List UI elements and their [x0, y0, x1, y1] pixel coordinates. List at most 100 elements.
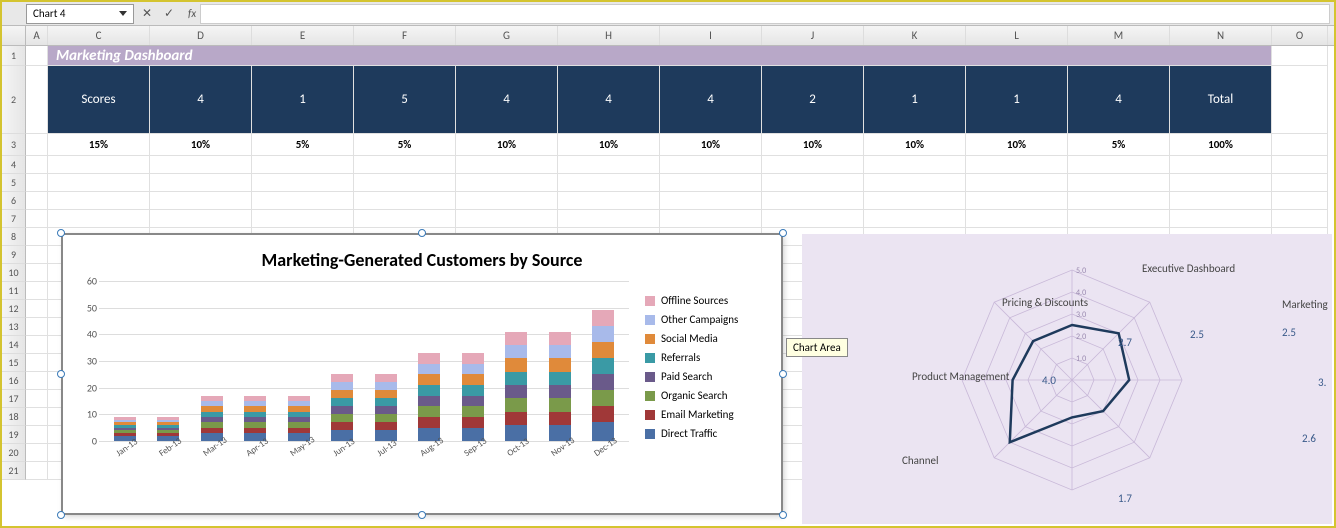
score-7[interactable]: 2 [762, 66, 864, 134]
radar-chart[interactable]: 1.02.03.04.05.0 Executive DashboardMarke… [802, 234, 1332, 524]
cell[interactable] [966, 156, 1068, 174]
formula-input[interactable] [200, 4, 1330, 24]
cell[interactable] [1170, 192, 1272, 210]
pct-8[interactable]: 10% [762, 134, 864, 156]
scores-label[interactable]: Scores [48, 66, 150, 134]
cell[interactable] [558, 192, 660, 210]
col-header-G[interactable]: G [456, 26, 558, 45]
cell[interactable] [252, 192, 354, 210]
cell[interactable] [660, 174, 762, 192]
score-2[interactable]: 1 [252, 66, 354, 134]
cell[interactable] [966, 210, 1068, 228]
cell-A1[interactable] [26, 46, 48, 66]
name-box[interactable]: Chart 4 [26, 4, 134, 24]
row-header-14[interactable]: 14 [2, 336, 26, 354]
cell[interactable] [150, 210, 252, 228]
cell[interactable] [966, 192, 1068, 210]
cell[interactable] [26, 444, 48, 462]
bar-May-13[interactable] [288, 396, 310, 441]
row-header-10[interactable]: 10 [2, 264, 26, 282]
pct-4[interactable]: 5% [354, 134, 456, 156]
cell[interactable] [456, 156, 558, 174]
row-header-20[interactable]: 20 [2, 444, 26, 462]
cell[interactable] [1272, 174, 1328, 192]
cell[interactable] [252, 210, 354, 228]
col-header-A[interactable]: A [26, 26, 48, 45]
resize-handle[interactable] [779, 370, 787, 378]
pct-total[interactable]: 100% [1170, 134, 1272, 156]
bar-Sep-13[interactable] [462, 353, 484, 441]
cell[interactable] [26, 318, 48, 336]
cell[interactable] [456, 174, 558, 192]
cell[interactable] [456, 192, 558, 210]
row-header-3[interactable]: 3 [2, 134, 26, 156]
col-header-O[interactable]: O [1272, 26, 1328, 45]
cell[interactable] [48, 210, 150, 228]
row-header-9[interactable]: 9 [2, 246, 26, 264]
cell[interactable] [354, 192, 456, 210]
pct-6[interactable]: 10% [558, 134, 660, 156]
bar-Dec-13[interactable] [592, 310, 614, 441]
cell[interactable] [150, 174, 252, 192]
cell[interactable] [1170, 156, 1272, 174]
cell[interactable] [1272, 210, 1328, 228]
cell[interactable] [150, 192, 252, 210]
cell[interactable] [558, 174, 660, 192]
pct-2[interactable]: 10% [150, 134, 252, 156]
cell[interactable] [26, 354, 48, 372]
fx-label[interactable]: fx [188, 7, 196, 20]
cell[interactable] [966, 174, 1068, 192]
cell[interactable] [1170, 174, 1272, 192]
cell[interactable] [26, 372, 48, 390]
chart-plot-area[interactable]: 0102030405060 Jan-13Feb-13Mar-13Apr-13Ma… [75, 281, 629, 461]
cell[interactable] [660, 156, 762, 174]
cell[interactable] [26, 462, 48, 480]
col-header-N[interactable]: N [1170, 26, 1272, 45]
bar-Jun-13[interactable] [331, 374, 353, 441]
cell[interactable] [1272, 156, 1328, 174]
bar-Aug-13[interactable] [418, 353, 440, 441]
cell-A3[interactable] [26, 134, 48, 156]
pct-9[interactable]: 10% [864, 134, 966, 156]
row-header-12[interactable]: 12 [2, 300, 26, 318]
cell[interactable] [252, 156, 354, 174]
resize-handle[interactable] [418, 511, 426, 519]
cell[interactable] [558, 210, 660, 228]
col-header-K[interactable]: K [864, 26, 966, 45]
row-header-21[interactable]: 21 [2, 462, 26, 480]
cell[interactable] [150, 156, 252, 174]
cell[interactable] [762, 156, 864, 174]
col-header-L[interactable]: L [966, 26, 1068, 45]
pct-11[interactable]: 5% [1068, 134, 1170, 156]
cell[interactable] [26, 282, 48, 300]
bar-Nov-13[interactable] [549, 332, 571, 441]
cell[interactable] [48, 156, 150, 174]
col-header-C[interactable]: C [48, 26, 150, 45]
cell[interactable] [1068, 174, 1170, 192]
cell[interactable] [26, 192, 48, 210]
col-header-J[interactable]: J [762, 26, 864, 45]
cell[interactable] [48, 192, 150, 210]
cell[interactable] [762, 210, 864, 228]
col-header-E[interactable]: E [252, 26, 354, 45]
score-1[interactable]: 4 [150, 66, 252, 134]
row-header-18[interactable]: 18 [2, 408, 26, 426]
cell-O1[interactable] [1272, 46, 1328, 66]
bar-chart[interactable]: Marketing-Generated Customers by Source … [62, 234, 782, 514]
bar-Oct-13[interactable] [505, 332, 527, 441]
col-header-I[interactable]: I [660, 26, 762, 45]
row-header-7[interactable]: 7 [2, 210, 26, 228]
row-header-1[interactable]: 1 [2, 46, 26, 66]
cell[interactable] [26, 174, 48, 192]
cell[interactable] [660, 192, 762, 210]
resize-handle[interactable] [57, 370, 65, 378]
cell[interactable] [558, 156, 660, 174]
row-header-11[interactable]: 11 [2, 282, 26, 300]
cell[interactable] [26, 246, 48, 264]
pct-1[interactable]: 15% [48, 134, 150, 156]
cell[interactable] [26, 156, 48, 174]
cell[interactable] [1068, 192, 1170, 210]
cell[interactable] [456, 210, 558, 228]
cell[interactable] [354, 174, 456, 192]
row-header-17[interactable]: 17 [2, 390, 26, 408]
